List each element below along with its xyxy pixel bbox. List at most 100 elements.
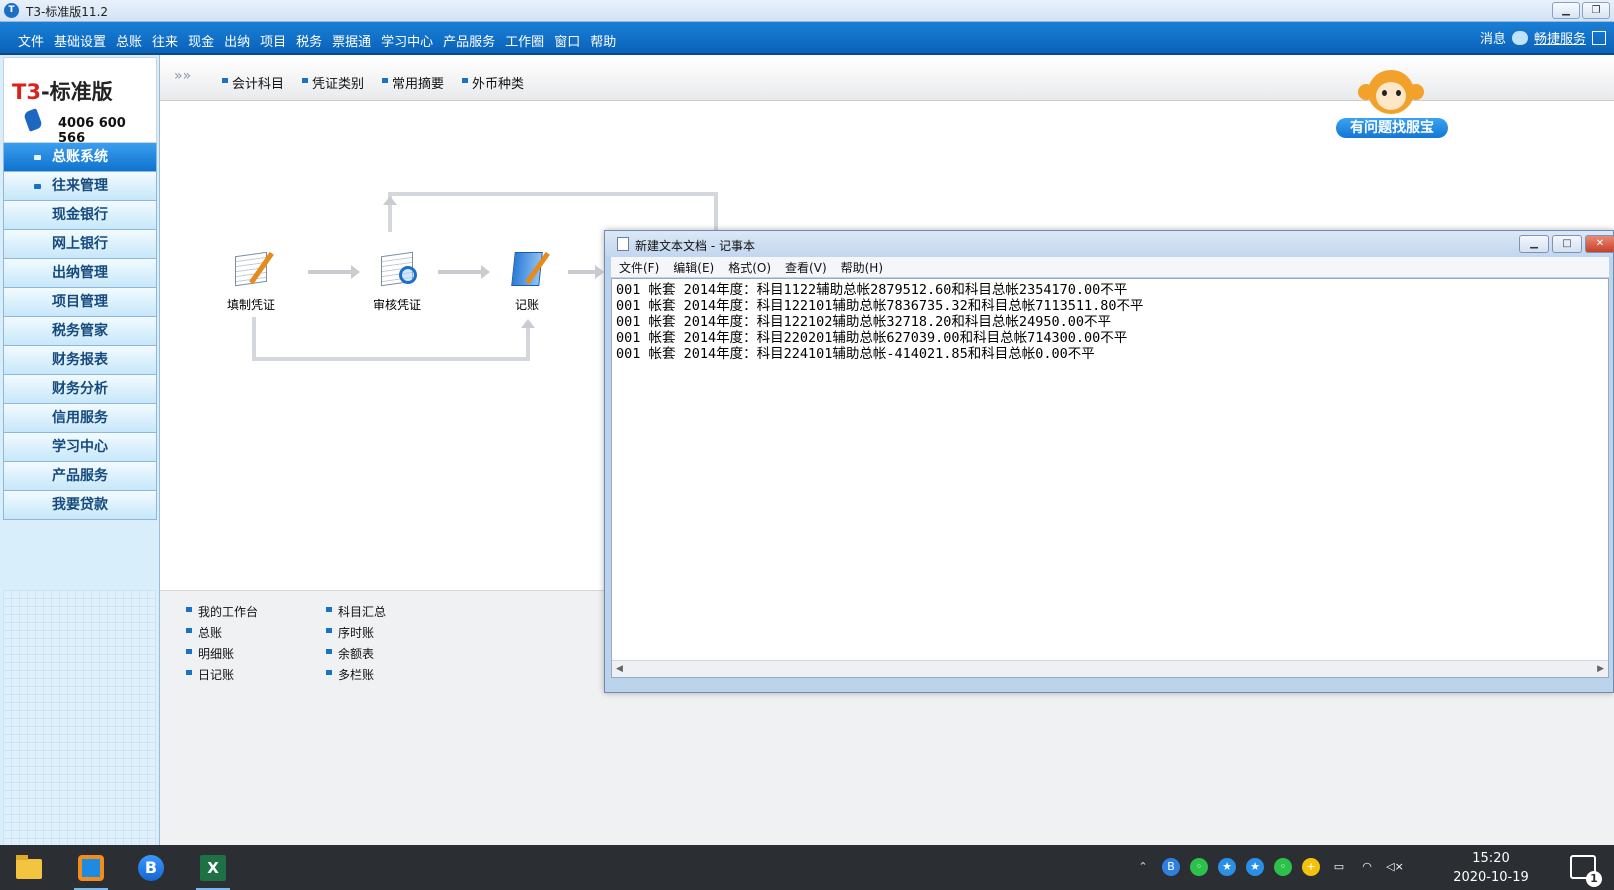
flow-arrow-right <box>308 265 360 279</box>
file-explorer-button[interactable] <box>8 851 50 885</box>
browser-button[interactable]: B <box>130 851 172 885</box>
sidebar-item[interactable]: 现金银行 <box>3 201 157 230</box>
sidebar-item[interactable]: 财务分析 <box>3 375 157 404</box>
quicklink[interactable]: 我的工作台 <box>186 603 326 620</box>
sidebar-item[interactable]: 财务报表 <box>3 346 157 375</box>
tray-expand-icon[interactable]: ⌃ <box>1134 858 1152 876</box>
menu-item[interactable]: 基础设置 <box>54 31 106 50</box>
sidebar-item-label: 财务报表 <box>52 352 108 368</box>
sidebar-item[interactable]: 网上银行 <box>3 230 157 259</box>
notepad-titlebar[interactable]: 新建文本文档 - 记事本 ▁ □ ✕ <box>605 231 1614 257</box>
phone-icon <box>23 108 43 132</box>
sidebar-item-label: 产品服务 <box>52 468 108 484</box>
volume-muted-icon[interactable]: ◁× <box>1386 858 1404 876</box>
menu-item[interactable]: 学习中心 <box>381 31 433 50</box>
tray-browser-icon[interactable]: B <box>1162 858 1180 876</box>
clock[interactable]: 15:20 2020-10-19 <box>1446 849 1536 887</box>
notepad-close-button[interactable]: ✕ <box>1585 235 1614 253</box>
notepad-text[interactable]: 001 帐套 2014年度：科目1122辅助总帐2879512.60和科目总帐2… <box>616 282 1143 362</box>
voucher-audit-icon <box>375 248 419 292</box>
excel-button[interactable]: X <box>192 851 234 890</box>
quicklinks-grid: 我的工作台 科目汇总 总账 序时账 明细账 余额表 日记账 多栏账 <box>186 603 466 683</box>
menu-item[interactable]: 总账 <box>116 31 142 50</box>
toolbar-link[interactable]: 凭证类别 <box>302 73 364 92</box>
scroll-left-icon[interactable]: ◀ <box>616 664 623 674</box>
menu-item[interactable]: 文件 <box>18 31 44 50</box>
flow-connector <box>714 192 718 232</box>
notepad-menu-item[interactable]: 查看(V) <box>785 259 827 276</box>
sidebar-item[interactable]: 信用服务 <box>3 404 157 433</box>
menu-item[interactable]: 产品服务 <box>443 31 495 50</box>
horizontal-scrollbar[interactable]: ◀ ▶ <box>612 660 1608 677</box>
sidebar-item[interactable]: 税务管家 <box>3 317 157 346</box>
sidebar-item[interactable]: 总账系统 <box>3 143 157 172</box>
toolbar-link[interactable]: 外币种类 <box>462 73 524 92</box>
quicklink[interactable]: 日记账 <box>186 666 326 683</box>
menu-item[interactable]: 出纳 <box>224 31 250 50</box>
tray-plus-icon[interactable]: + <box>1302 858 1320 876</box>
window-title: T3-标准版11.2 <box>26 5 109 19</box>
menu-item[interactable]: 帮助 <box>590 31 616 50</box>
quicklink[interactable]: 多栏账 <box>326 666 466 683</box>
menu-item[interactable]: 工作圈 <box>505 31 544 50</box>
flow-node-post[interactable]: 记账 <box>492 248 562 313</box>
tray-star-icon[interactable]: ★ <box>1218 858 1236 876</box>
flow-connector <box>252 317 256 357</box>
flow-connector <box>526 327 530 361</box>
t3-app-button[interactable] <box>70 851 112 890</box>
sidebar-item[interactable]: 学习中心 <box>3 433 157 462</box>
expand-icon[interactable] <box>1592 30 1606 45</box>
chat-icon[interactable] <box>1511 30 1528 45</box>
quicklink[interactable]: 序时账 <box>326 624 466 641</box>
menu-item[interactable]: 现金 <box>188 31 214 50</box>
notepad-menu-item[interactable]: 文件(F) <box>619 259 659 276</box>
voucher-edit-icon <box>229 248 274 292</box>
sidebar-item-label: 信用服务 <box>52 410 108 426</box>
notepad-menu-item[interactable]: 格式(O) <box>728 259 771 276</box>
menu-item[interactable]: 往来 <box>152 31 178 50</box>
notification-count: 1 <box>1586 871 1602 887</box>
helper-button[interactable]: 有问题找服宝 <box>1336 118 1448 138</box>
menu-item[interactable]: 窗口 <box>554 31 580 50</box>
flow-node-fill-voucher[interactable]: 填制凭证 <box>216 248 286 313</box>
flow-node-audit-voucher[interactable]: 审核凭证 <box>362 248 432 313</box>
sidebar-item[interactable]: 产品服务 <box>3 462 157 491</box>
notepad-menu-item[interactable]: 编辑(E) <box>673 259 714 276</box>
wifi-icon[interactable]: ◠ <box>1358 858 1376 876</box>
sidebar-item[interactable]: 出纳管理 <box>3 259 157 288</box>
sidebar-item[interactable]: 往来管理 <box>3 172 157 201</box>
scroll-right-icon[interactable]: ▶ <box>1597 664 1604 674</box>
quicklink[interactable]: 余额表 <box>326 645 466 662</box>
excel-icon: X <box>200 855 226 881</box>
sidebar-item[interactable]: 项目管理 <box>3 288 157 317</box>
menu-item[interactable]: 税务 <box>296 31 322 50</box>
browser-icon: B <box>138 855 164 881</box>
notepad-menu-item[interactable]: 帮助(H) <box>841 259 883 276</box>
toolbar-link[interactable]: 会计科目 <box>222 73 284 92</box>
tray-star-icon-2[interactable]: ★ <box>1246 858 1264 876</box>
sidebar-item[interactable]: 我要贷款 <box>3 491 157 520</box>
messages-link[interactable]: 消息 <box>1480 28 1506 47</box>
notepad-maximize-button[interactable]: □ <box>1552 235 1582 253</box>
minimize-button[interactable]: ▁ <box>1552 2 1580 19</box>
quicklink[interactable]: 总账 <box>186 624 326 641</box>
restore-button[interactable]: ❐ <box>1582 2 1610 19</box>
quicklink[interactable]: 明细账 <box>186 645 326 662</box>
tray-wechat-icon-2[interactable]: ◦ <box>1274 858 1292 876</box>
flow-connector <box>252 357 526 361</box>
t3-app-icon <box>78 855 104 881</box>
collapse-chevron-icon[interactable]: »» <box>174 68 191 84</box>
battery-icon[interactable]: ▭ <box>1330 858 1348 876</box>
helper-mascot-icon[interactable] <box>1358 70 1424 118</box>
quick-service-link[interactable]: 畅捷服务 <box>1534 28 1586 47</box>
menu-item[interactable]: 项目 <box>260 31 286 50</box>
tray-wechat-icon[interactable]: ◦ <box>1190 858 1208 876</box>
quicklink[interactable]: 科目汇总 <box>326 603 466 620</box>
menu-item[interactable]: 票据通 <box>332 31 371 50</box>
sidebar-nav: 总账系统 往来管理 现金银行 网上银行 出纳管理 项目管理 税务管家财务报表财务分析信用服务… <box>3 143 157 520</box>
toolbar-link[interactable]: 常用摘要 <box>382 73 444 92</box>
notepad-minimize-button[interactable]: ▁ <box>1519 235 1549 253</box>
notepad-editor[interactable]: 001 帐套 2014年度：科目1122辅助总帐2879512.60和科目总帐2… <box>611 278 1609 678</box>
notepad-icon <box>617 237 629 251</box>
sidebar-item-label: 学习中心 <box>52 439 108 455</box>
